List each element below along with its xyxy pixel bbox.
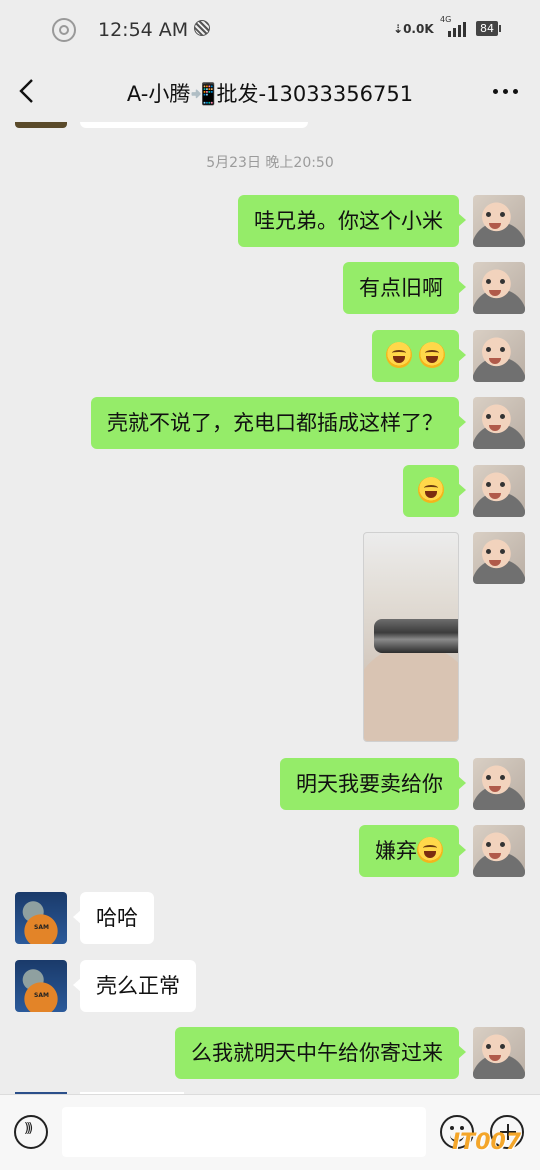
status-time: 12:54 AM (98, 19, 189, 41)
watermark: IT007 (452, 1130, 522, 1155)
battery-icon: 84 (476, 21, 501, 36)
back-arrow-icon[interactable] (16, 78, 40, 104)
voice-input-icon[interactable] (14, 1115, 48, 1149)
message-bubble-outgoing[interactable]: 明天我要卖给你 (280, 758, 466, 810)
net-speed: ⇣0.0K (393, 22, 434, 36)
my-avatar[interactable] (473, 195, 525, 247)
contact-avatar[interactable] (15, 892, 67, 944)
message-bubble-outgoing[interactable]: 么我就明天中午给你寄过来 (175, 1027, 466, 1079)
face-with-tears-of-joy-icon (418, 477, 444, 503)
chat-area[interactable]: 5月23日 晚上20:50 哇兄弟。你这个小米 有点旧啊 壳就不说了，充电口都插… (0, 122, 540, 1094)
my-avatar[interactable] (473, 397, 525, 449)
my-avatar[interactable] (473, 825, 525, 877)
message-bubble-outgoing[interactable]: 哇兄弟。你这个小米 (238, 195, 466, 247)
message-bubble-outgoing[interactable] (403, 465, 466, 517)
my-avatar[interactable] (473, 758, 525, 810)
message-bubble-outgoing[interactable]: 嫌弃 (359, 825, 466, 877)
message-text: 有点旧啊 (359, 276, 443, 300)
message-timestamp: 5月23日 晚上20:50 (206, 155, 334, 171)
message-text: 嫌弃 (375, 839, 417, 863)
my-avatar[interactable] (473, 532, 525, 584)
my-avatar[interactable] (473, 262, 525, 314)
photo-message[interactable] (363, 532, 459, 742)
message-text: 哇兄弟。你这个小米 (254, 209, 443, 233)
message-text: 壳就不说了，充电口都插成这样了？ (107, 411, 443, 435)
message-text: 么我就明天中午给你寄过来 (191, 1041, 443, 1065)
message-text: 壳么正常 (96, 974, 180, 998)
contact-avatar[interactable] (15, 960, 67, 1012)
message-text: 明天我要卖给你 (296, 772, 443, 796)
message-text: 哈哈 (96, 906, 138, 930)
status-bar: 12:54 AM ⇣0.0K 4G 84 (0, 0, 540, 60)
message-bubble-incoming[interactable]: 壳么正常 (73, 960, 196, 1012)
message-bubble-partial[interactable] (80, 122, 308, 128)
notification-circle-icon (52, 18, 76, 42)
message-input[interactable] (62, 1107, 426, 1157)
face-with-tears-of-joy-icon (419, 342, 445, 368)
chat-header: A-小腾📲批发-13033356751 (0, 60, 540, 122)
chat-title: A-小腾📲批发-13033356751 (126, 82, 414, 106)
my-avatar[interactable] (473, 465, 525, 517)
message-bubble-outgoing[interactable] (372, 330, 466, 382)
more-options-icon[interactable] (493, 89, 518, 94)
face-with-tears-of-joy-icon (386, 342, 413, 368)
signal-icon: 4G (440, 15, 466, 37)
message-bubble-outgoing[interactable]: 有点旧啊 (343, 262, 466, 314)
avatar-partial[interactable] (15, 122, 67, 128)
my-avatar[interactable] (473, 1027, 525, 1079)
my-avatar[interactable] (473, 330, 525, 382)
message-bubble-outgoing[interactable]: 壳就不说了，充电口都插成这样了？ (91, 397, 466, 449)
message-bubble-incoming[interactable]: 哈哈 (73, 892, 154, 944)
face-with-tears-of-joy-icon (417, 837, 443, 863)
network-activity-icon (194, 20, 210, 36)
